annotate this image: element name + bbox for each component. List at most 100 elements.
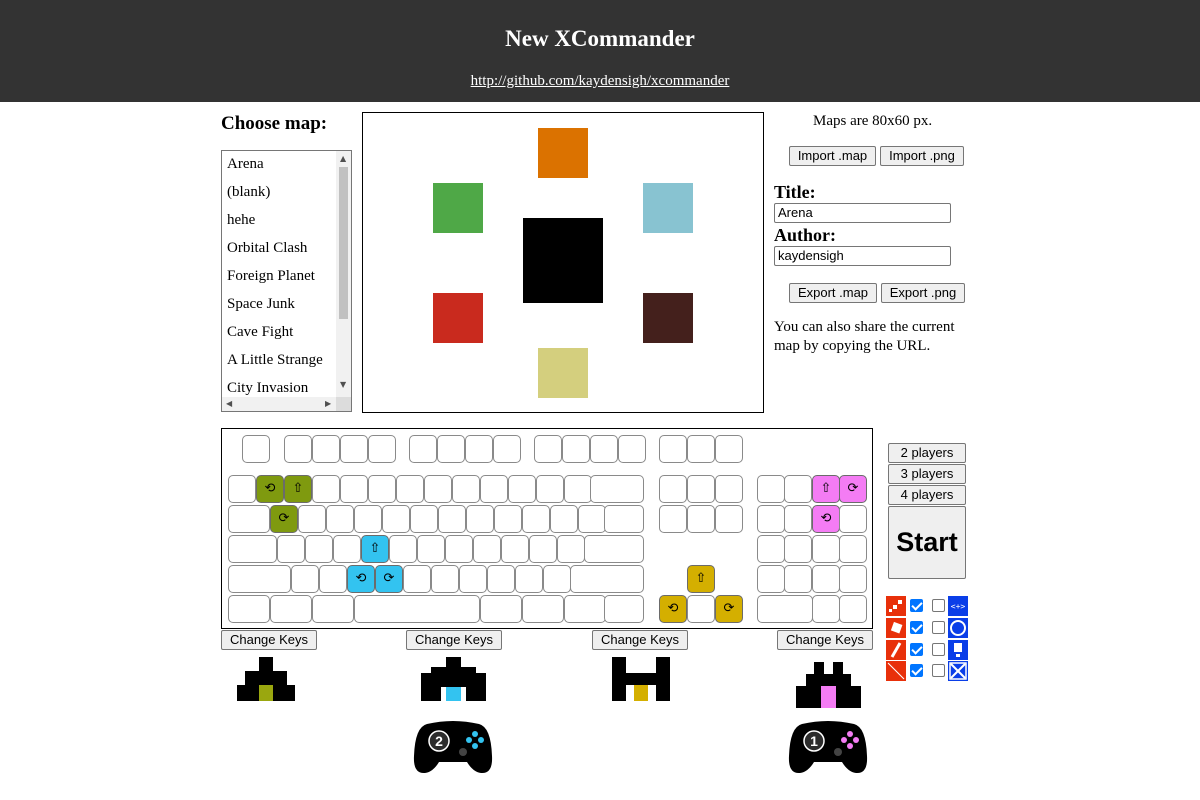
- keyboard-key[interactable]: [515, 565, 543, 593]
- keyboard-key[interactable]: [715, 505, 743, 533]
- green-right-key[interactable]: ⟳: [270, 505, 298, 533]
- cyan-left-key[interactable]: ⟲: [347, 565, 375, 593]
- keyboard-key[interactable]: [452, 475, 480, 503]
- keyboard-key[interactable]: [557, 535, 585, 563]
- map-item[interactable]: (blank): [227, 184, 270, 201]
- keyboard-key[interactable]: [618, 435, 646, 463]
- option-checkbox[interactable]: [932, 621, 945, 634]
- keyboard-key[interactable]: [354, 595, 480, 623]
- keyboard-key[interactable]: [784, 475, 812, 503]
- keyboard-key[interactable]: [431, 565, 459, 593]
- keyboard-key[interactable]: [757, 535, 785, 563]
- option-checkbox[interactable]: [932, 643, 945, 656]
- keyboard-key[interactable]: [522, 505, 550, 533]
- map-item[interactable]: hehe: [227, 212, 255, 229]
- horizontal-scrollbar[interactable]: ◀ ▶: [222, 397, 336, 411]
- keyboard-key[interactable]: [590, 435, 618, 463]
- yellow-thrust-key[interactable]: ⇧: [687, 565, 715, 593]
- keyboard-key[interactable]: [543, 565, 571, 593]
- keyboard-key[interactable]: [687, 475, 715, 503]
- start-button[interactable]: Start: [888, 506, 966, 579]
- scrollbar-thumb[interactable]: [339, 167, 348, 319]
- keyboard-key[interactable]: [564, 475, 592, 503]
- keyboard-key[interactable]: [839, 565, 867, 593]
- title-input[interactable]: Arena: [774, 203, 951, 223]
- yellow-left-key[interactable]: ⟲: [659, 595, 687, 623]
- github-link[interactable]: http://github.com/kaydensigh/xcommander: [0, 73, 1200, 90]
- keyboard-key[interactable]: [277, 535, 305, 563]
- keyboard-key[interactable]: [438, 505, 466, 533]
- option-checkbox[interactable]: [910, 599, 923, 612]
- keyboard-key[interactable]: [298, 505, 326, 533]
- four-players-button[interactable]: 4 players: [888, 485, 966, 505]
- keyboard-key[interactable]: [522, 595, 564, 623]
- keyboard-key[interactable]: [312, 435, 340, 463]
- keyboard-key[interactable]: [473, 535, 501, 563]
- keyboard-key[interactable]: [242, 435, 270, 463]
- map-list[interactable]: Arena (blank) hehe Orbital Clash Foreign…: [221, 150, 352, 412]
- keyboard-key[interactable]: [312, 475, 340, 503]
- scroll-right-icon[interactable]: ▶: [325, 399, 331, 409]
- keyboard-key[interactable]: [445, 535, 473, 563]
- change-keys-button[interactable]: Change Keys: [777, 630, 873, 650]
- keyboard-key[interactable]: [465, 435, 493, 463]
- pink-right-key[interactable]: ⟳: [839, 475, 867, 503]
- keyboard-key[interactable]: [354, 505, 382, 533]
- keyboard-key[interactable]: [578, 505, 606, 533]
- keyboard-key[interactable]: [284, 435, 312, 463]
- map-item[interactable]: Arena: [227, 156, 264, 173]
- import-map-button[interactable]: Import .map: [789, 146, 876, 166]
- keyboard-key[interactable]: [812, 595, 840, 623]
- keyboard-key[interactable]: [389, 535, 417, 563]
- export-png-button[interactable]: Export .png: [881, 283, 965, 303]
- keyboard-key[interactable]: [659, 475, 687, 503]
- keyboard-key[interactable]: [291, 565, 319, 593]
- keyboard-key[interactable]: [396, 475, 424, 503]
- keyboard-key[interactable]: [687, 435, 715, 463]
- keyboard-key[interactable]: [228, 505, 270, 533]
- keyboard-key[interactable]: [784, 505, 812, 533]
- map-item[interactable]: Foreign Planet: [227, 268, 315, 285]
- keyboard-key[interactable]: [501, 535, 529, 563]
- keyboard-key[interactable]: [604, 505, 644, 533]
- keyboard-key[interactable]: [590, 475, 644, 503]
- export-map-button[interactable]: Export .map: [789, 283, 877, 303]
- keyboard-key[interactable]: [319, 565, 347, 593]
- three-players-button[interactable]: 3 players: [888, 464, 966, 484]
- pink-left-key[interactable]: ⟲: [812, 505, 840, 533]
- scroll-down-icon[interactable]: ▼: [340, 380, 346, 390]
- keyboard-key[interactable]: [409, 435, 437, 463]
- keyboard-key[interactable]: [487, 565, 515, 593]
- keyboard-key[interactable]: [368, 435, 396, 463]
- keyboard-key[interactable]: [839, 505, 867, 533]
- green-thrust-key[interactable]: ⇧: [284, 475, 312, 503]
- keyboard-key[interactable]: [757, 475, 785, 503]
- keyboard-key[interactable]: [270, 595, 312, 623]
- keyboard-key[interactable]: [228, 475, 256, 503]
- keyboard-key[interactable]: [839, 535, 867, 563]
- keyboard-key[interactable]: [550, 505, 578, 533]
- cyan-right-key[interactable]: ⟳: [375, 565, 403, 593]
- keyboard-key[interactable]: [466, 505, 494, 533]
- keyboard-key[interactable]: [687, 595, 715, 623]
- map-item[interactable]: Orbital Clash: [227, 240, 307, 257]
- keyboard-key[interactable]: [368, 475, 396, 503]
- keyboard-key[interactable]: [493, 435, 521, 463]
- keyboard-key[interactable]: [480, 595, 522, 623]
- keyboard-key[interactable]: [305, 535, 333, 563]
- keyboard-key[interactable]: [326, 505, 354, 533]
- keyboard-key[interactable]: [437, 435, 465, 463]
- keyboard-key[interactable]: [812, 565, 840, 593]
- option-checkbox[interactable]: [910, 621, 923, 634]
- keyboard-key[interactable]: [480, 475, 508, 503]
- change-keys-button[interactable]: Change Keys: [406, 630, 502, 650]
- green-left-key[interactable]: ⟲: [256, 475, 284, 503]
- keyboard-key[interactable]: [757, 505, 785, 533]
- author-input[interactable]: kaydensigh: [774, 246, 951, 266]
- keyboard-key[interactable]: [570, 565, 644, 593]
- cyan-thrust-key[interactable]: ⇧: [361, 535, 389, 563]
- keyboard-key[interactable]: [333, 535, 361, 563]
- keyboard-key[interactable]: [584, 535, 644, 563]
- option-checkbox[interactable]: [910, 664, 923, 677]
- two-players-button[interactable]: 2 players: [888, 443, 966, 463]
